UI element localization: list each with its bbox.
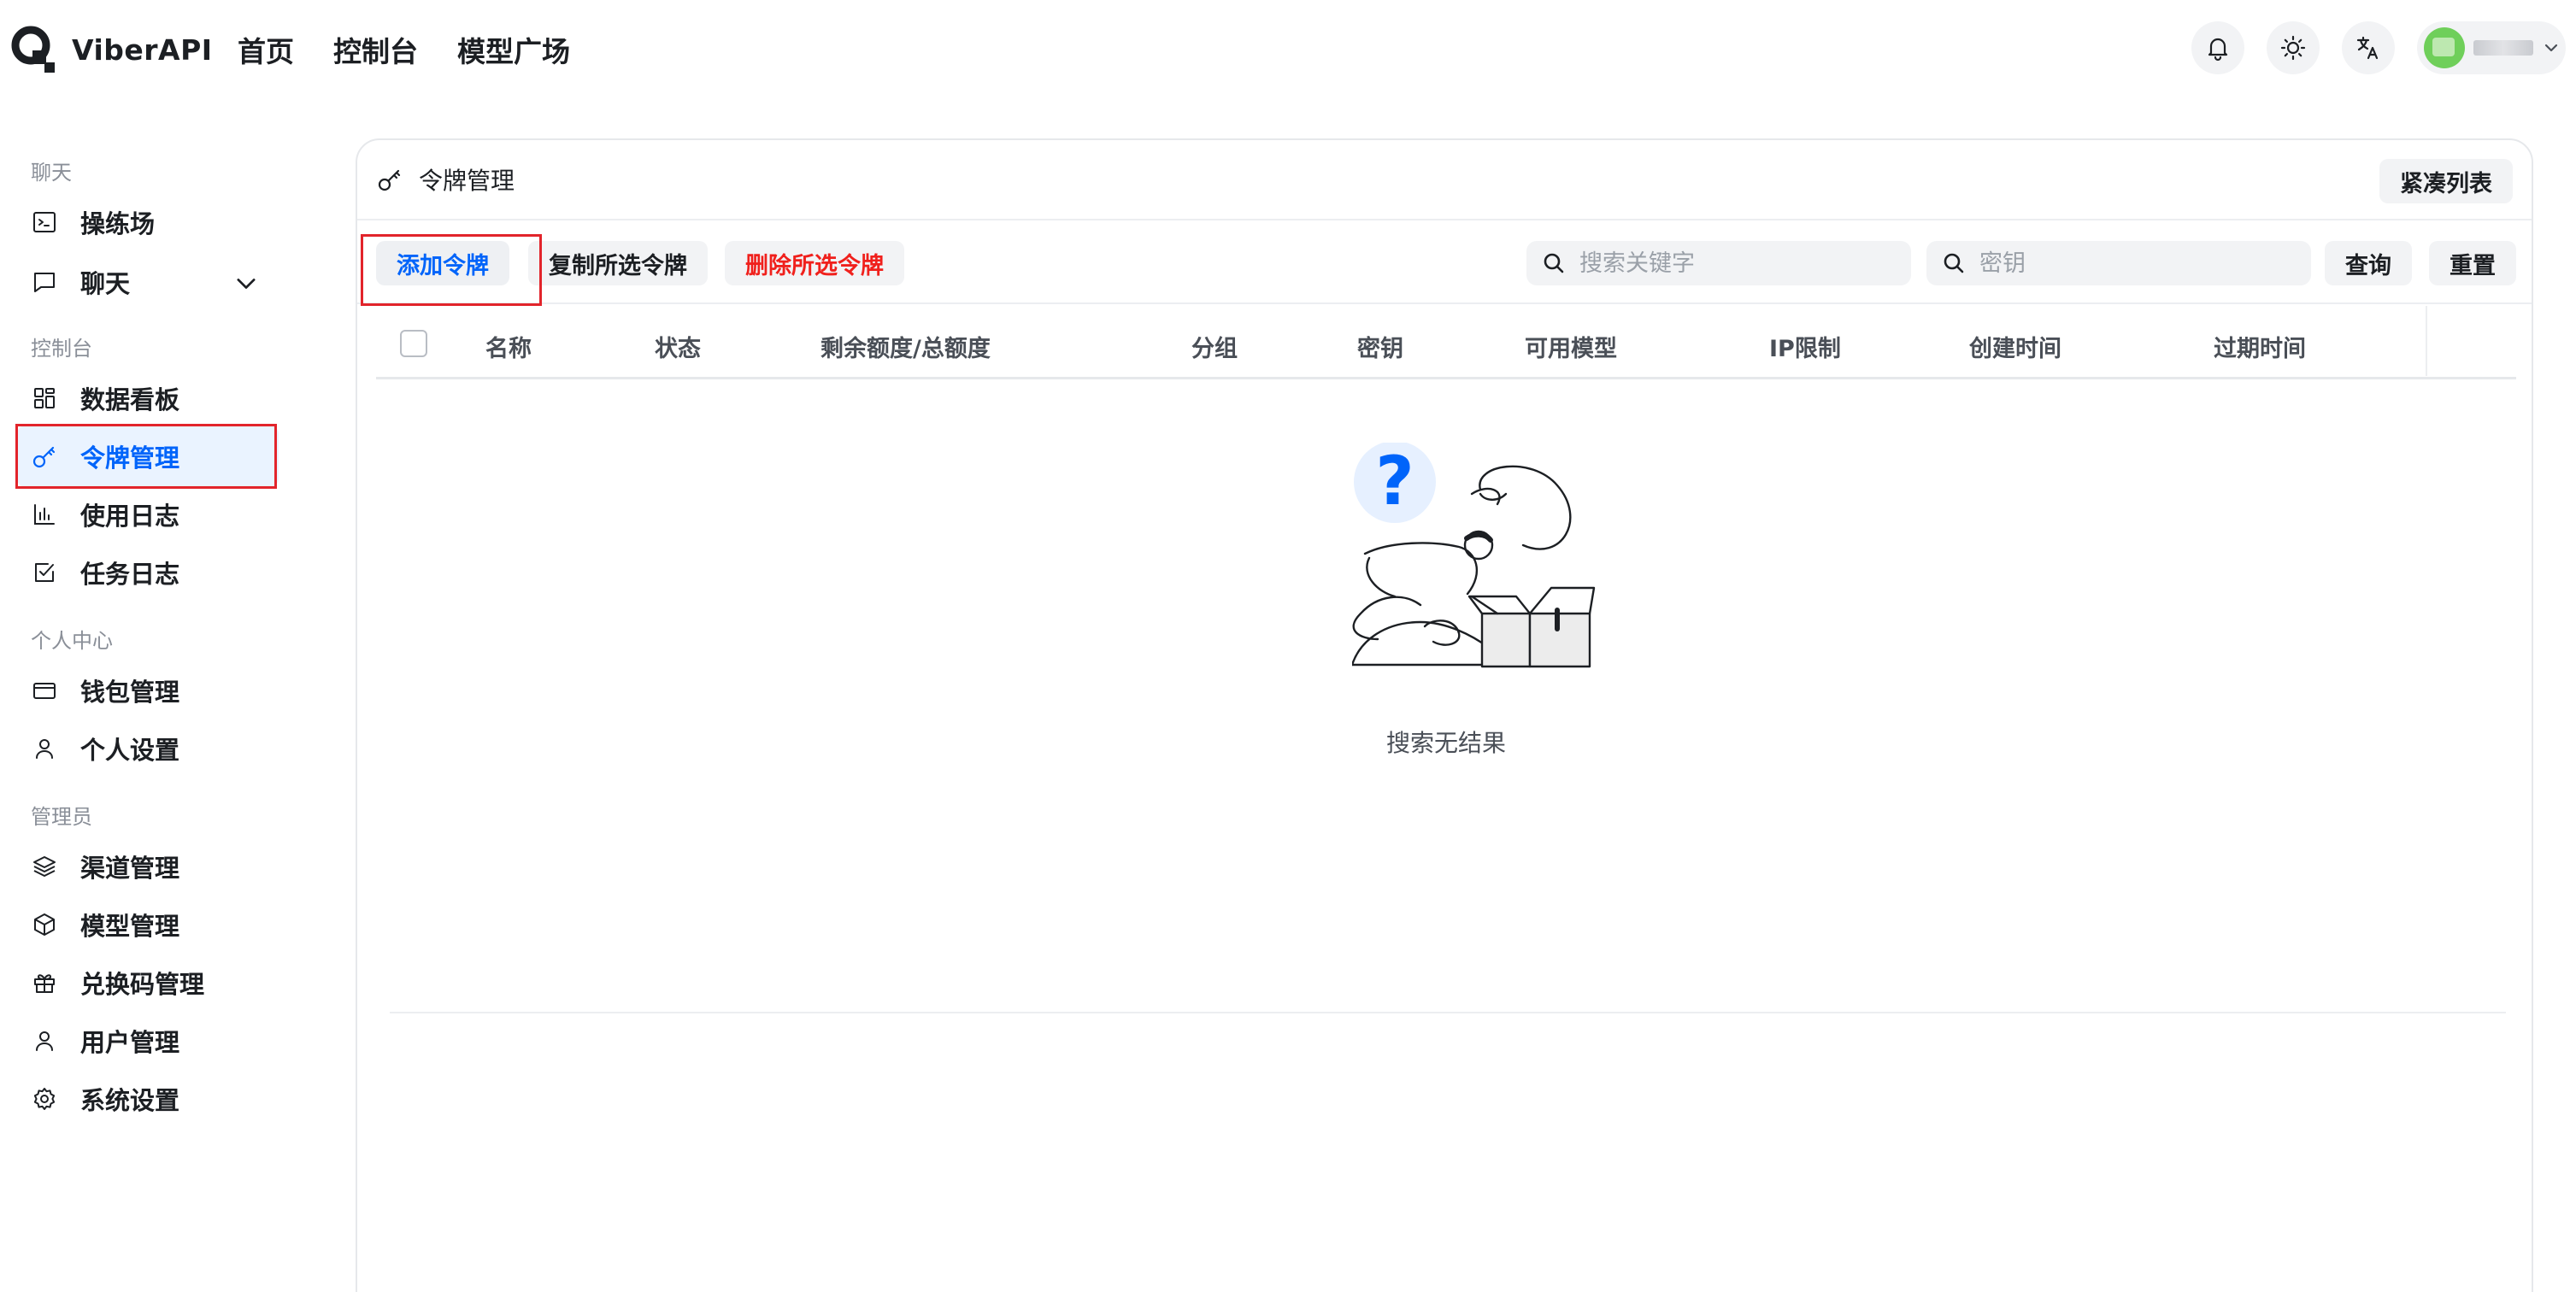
logo-icon	[11, 26, 55, 73]
card-title: 令牌管理	[376, 162, 515, 197]
bar-chart-icon	[34, 504, 55, 525]
brand[interactable]: ViberAPI	[10, 25, 213, 74]
token-table: 名称 状态 剩余额度/总额度 分组 密钥 可用模型 IP限制 创建时间 过期时间…	[376, 306, 2516, 757]
translate-icon	[2356, 36, 2379, 60]
sidebar-group-personal: 个人中心	[31, 629, 113, 653]
key-search-input[interactable]	[1979, 250, 2236, 277]
sidebar-item-personal-settings[interactable]: 个人设置	[17, 718, 279, 779]
username-redacted	[2473, 40, 2533, 56]
sidebar-item-label: 个人设置	[80, 736, 180, 765]
column-header-name[interactable]: 名称	[485, 330, 532, 363]
sun-icon	[2280, 35, 2306, 61]
column-header-ip-limit[interactable]: IP限制	[1769, 330, 1841, 363]
user-menu[interactable]	[2417, 21, 2566, 74]
notification-button[interactable]	[2191, 21, 2244, 74]
layers-icon	[33, 856, 56, 877]
column-divider	[2426, 306, 2427, 376]
theme-toggle-button[interactable]	[2267, 21, 2320, 74]
empty-state-text: 搜索无结果	[1385, 729, 1506, 757]
column-header-key[interactable]: 密钥	[1357, 330, 1403, 363]
sidebar-item-usage-log[interactable]: 使用日志	[17, 484, 279, 545]
language-button[interactable]	[2342, 21, 2395, 74]
table-header: 名称 状态 剩余额度/总额度 分组 密钥 可用模型 IP限制 创建时间 过期时间	[376, 306, 2516, 379]
keyword-search-box	[1526, 241, 1911, 285]
sidebar-item-system-settings[interactable]: 系统设置	[17, 1068, 279, 1130]
column-header-expire-time[interactable]: 过期时间	[2214, 330, 2306, 363]
sidebar-item-wallet[interactable]: 钱包管理	[17, 660, 279, 721]
key-icon	[378, 169, 401, 191]
reset-button[interactable]: 重置	[2429, 241, 2516, 285]
gift-icon	[34, 974, 55, 993]
sidebar-item-label: 钱包管理	[80, 678, 180, 707]
column-header-status[interactable]: 状态	[655, 330, 701, 363]
sidebar-item-label: 使用日志	[80, 502, 180, 531]
sidebar-item-chat[interactable]: 聊天	[17, 251, 279, 313]
sidebar-item-user-management[interactable]: 用户管理	[17, 1010, 279, 1072]
user-icon	[36, 739, 53, 759]
column-header-group[interactable]: 分组	[1191, 330, 1238, 363]
column-header-created-time[interactable]: 创建时间	[1969, 330, 2061, 363]
sidebar-item-label: 系统设置	[80, 1086, 180, 1115]
user-icon	[36, 1031, 53, 1051]
toolbar: 添加令牌 复制所选令牌 删除所选令牌 查询 重置	[357, 222, 2532, 304]
compact-list-button[interactable]: 紧凑列表	[2379, 159, 2513, 203]
message-icon	[34, 273, 55, 292]
chevron-down-icon[interactable]	[232, 270, 260, 297]
terminal-icon	[33, 212, 56, 232]
chevron-down-icon	[2544, 44, 2558, 52]
search-icon	[1544, 253, 1564, 273]
empty-illustration: ?	[1352, 443, 1596, 668]
dashboard-icon	[34, 388, 55, 408]
table-bottom-divider	[390, 1012, 2506, 1013]
search-icon	[1944, 253, 1964, 273]
sidebar-group-admin: 管理员	[31, 805, 92, 829]
highlight-token-menu	[15, 424, 277, 489]
sidebar-item-task-log[interactable]: 任务日志	[17, 542, 279, 603]
sidebar-item-redeem-code[interactable]: 兑换码管理	[17, 952, 279, 1013]
copy-selected-tokens-button[interactable]: 复制所选令牌	[528, 241, 708, 285]
nav-model-square[interactable]: 模型广场	[457, 29, 570, 70]
sidebar-item-label: 用户管理	[80, 1028, 180, 1057]
query-button[interactable]: 查询	[2325, 241, 2412, 285]
page-title: 令牌管理	[419, 167, 515, 195]
sidebar-item-label: 模型管理	[80, 912, 180, 941]
key-search-box	[1926, 241, 2311, 285]
column-header-quota[interactable]: 剩余额度/总额度	[820, 330, 991, 363]
sidebar-item-dashboard[interactable]: 数据看板	[17, 367, 279, 429]
sidebar-item-label: 聊天	[80, 269, 131, 298]
gear-icon	[33, 1088, 56, 1110]
bell-icon	[2208, 38, 2228, 62]
token-management-card: 令牌管理 紧凑列表 添加令牌 复制所选令牌 删除所选令牌 查询 重置 名称 状态…	[356, 138, 2533, 1292]
sidebar-item-playground[interactable]: 操练场	[17, 191, 279, 253]
highlight-add-token	[361, 234, 542, 306]
sidebar-group-console: 控制台	[31, 337, 92, 361]
sidebar-item-label: 渠道管理	[80, 854, 180, 883]
sidebar-item-label: 兑换码管理	[80, 970, 205, 999]
card-header: 令牌管理 紧凑列表	[357, 140, 2532, 220]
sidebar: 聊天 操练场 聊天 控制台 数据看板 令牌管理 使用日志 任务日志 个人中心 钱…	[0, 101, 291, 1292]
top-actions	[2191, 21, 2576, 74]
select-all-checkbox[interactable]	[400, 330, 427, 357]
column-header-models[interactable]: 可用模型	[1525, 330, 1617, 363]
keyword-search-input[interactable]	[1579, 250, 1836, 277]
app-name: ViberAPI	[72, 32, 213, 67]
delete-selected-tokens-button[interactable]: 删除所选令牌	[725, 241, 904, 285]
empty-state: ? 搜索无结果	[376, 443, 2516, 757]
nav-home[interactable]: 首页	[238, 29, 294, 70]
avatar	[2424, 27, 2465, 68]
checkbox-icon	[35, 563, 54, 582]
card-icon	[33, 683, 56, 699]
sidebar-item-label: 操练场	[80, 209, 156, 238]
sidebar-item-label: 任务日志	[80, 560, 180, 589]
nav-console[interactable]: 控制台	[333, 29, 418, 70]
sidebar-item-label: 数据看板	[80, 385, 180, 414]
main-nav: 首页 控制台 模型广场	[238, 29, 570, 70]
sidebar-item-model[interactable]: 模型管理	[17, 894, 279, 955]
svg-text:?: ?	[1375, 443, 1414, 520]
top-navbar: ViberAPI 首页 控制台 模型广场	[0, 0, 2576, 101]
cube-icon	[34, 913, 55, 936]
sidebar-item-channel[interactable]: 渠道管理	[17, 836, 279, 897]
sidebar-group-chat: 聊天	[31, 161, 72, 185]
